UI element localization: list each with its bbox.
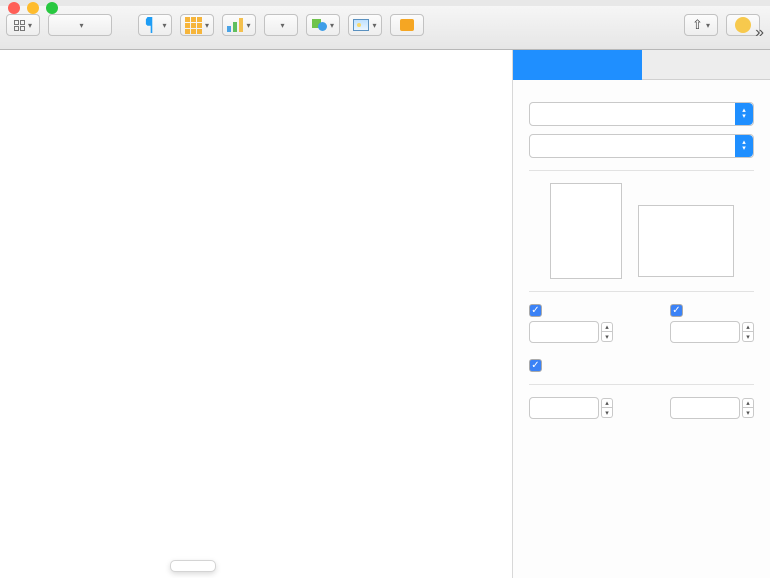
checkbox-checked-icon: ✓ (529, 359, 542, 372)
footer-checkbox-row[interactable]: ✓ (670, 304, 754, 317)
insert-button[interactable] (138, 14, 172, 36)
toolbar: ⇧ » (0, 6, 770, 50)
orientation-landscape[interactable] (638, 205, 734, 277)
window-controls (8, 2, 58, 14)
header-value[interactable] (529, 321, 599, 343)
stepper-arrows[interactable]: ▴▾ (742, 398, 754, 418)
tab-section[interactable] (642, 50, 770, 80)
body-checkbox-row[interactable]: ✓ (529, 359, 754, 372)
orientation-chooser (529, 183, 754, 279)
paragraph-icon (143, 17, 159, 33)
orientation-portrait[interactable] (550, 183, 622, 279)
view-button[interactable] (6, 14, 40, 36)
media-button[interactable] (348, 14, 382, 36)
margin-bottom-value[interactable] (670, 397, 740, 419)
document-canvas[interactable] (0, 50, 512, 578)
stepper-arrows[interactable]: ▴▾ (601, 322, 613, 342)
divider (529, 384, 754, 385)
minimize-window-button[interactable] (27, 2, 39, 14)
stepper-arrows[interactable]: ▴▾ (742, 322, 754, 342)
shape-button[interactable] (306, 14, 340, 36)
printer-select[interactable] (529, 102, 754, 126)
text-button[interactable] (264, 14, 298, 36)
tips-icon (735, 17, 751, 33)
divider (529, 291, 754, 292)
stepper-arrows[interactable]: ▴▾ (601, 398, 613, 418)
margin-top-value[interactable] (529, 397, 599, 419)
inspector-panel: ✓ ▴▾ ✓ ▴▾ (512, 50, 770, 578)
chevron-updown-icon (735, 103, 753, 125)
grid-icon (14, 20, 25, 31)
inspector-content: ✓ ▴▾ ✓ ▴▾ (513, 80, 770, 425)
chart-icon (227, 18, 243, 32)
paper-select[interactable] (529, 134, 754, 158)
header-checkbox-row[interactable]: ✓ (529, 304, 613, 317)
header-stepper[interactable]: ▴▾ (529, 321, 613, 343)
footer-stepper[interactable]: ▴▾ (670, 321, 754, 343)
zoom-window-button[interactable] (46, 2, 58, 14)
chevron-updown-icon (735, 135, 753, 157)
tab-document[interactable] (513, 50, 642, 80)
media-icon (353, 19, 369, 31)
shape-icon (312, 19, 327, 31)
margin-bottom-stepper[interactable]: ▴▾ (670, 397, 754, 419)
chart-button[interactable] (222, 14, 256, 36)
comment-icon (400, 19, 414, 31)
checkbox-checked-icon: ✓ (529, 304, 542, 317)
share-icon: ⇧ (692, 17, 703, 33)
divider (529, 170, 754, 171)
content-area: ✓ ▴▾ ✓ ▴▾ (0, 50, 770, 578)
close-window-button[interactable] (8, 2, 20, 14)
share-button[interactable]: ⇧ (684, 14, 718, 36)
toolbar-overflow-icon[interactable]: » (755, 24, 764, 42)
footer-value[interactable] (670, 321, 740, 343)
document-body[interactable] (88, 186, 512, 209)
table-button[interactable] (180, 14, 214, 36)
comment-button[interactable] (390, 14, 424, 36)
zoom-button[interactable] (48, 14, 112, 36)
inspector-tabs (513, 50, 770, 80)
word-count-badge[interactable] (170, 560, 216, 572)
checkbox-checked-icon: ✓ (670, 304, 683, 317)
margin-top-stepper[interactable]: ▴▾ (529, 397, 613, 419)
table-icon (185, 17, 202, 34)
